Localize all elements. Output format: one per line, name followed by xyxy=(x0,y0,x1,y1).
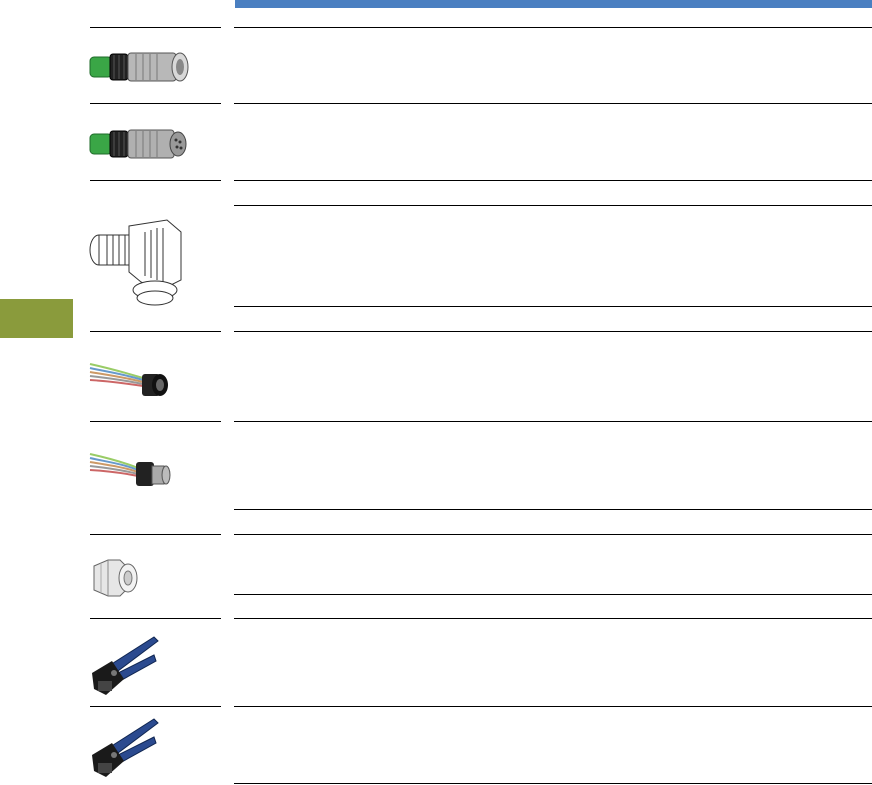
row-divider xyxy=(234,706,872,707)
prewired-male-socket-image xyxy=(88,448,173,496)
straight-male-connector-image xyxy=(88,122,198,167)
row-divider xyxy=(90,331,221,332)
row-divider xyxy=(234,783,872,784)
row-divider xyxy=(234,205,872,206)
row-divider xyxy=(90,27,221,28)
row-divider xyxy=(234,180,872,181)
row-divider xyxy=(234,331,872,332)
row-divider xyxy=(90,618,221,619)
row-divider xyxy=(90,534,221,535)
row-divider xyxy=(90,421,221,422)
table-header-bar xyxy=(235,0,872,8)
right-angle-connector-image xyxy=(85,210,195,310)
cable-gland-image xyxy=(90,556,140,601)
row-divider xyxy=(234,103,872,104)
straight-female-connector-image xyxy=(88,45,198,90)
row-divider xyxy=(234,27,872,28)
row-divider xyxy=(90,706,221,707)
section-tab xyxy=(0,299,73,338)
row-divider xyxy=(234,421,872,422)
row-divider xyxy=(234,594,872,595)
crimping-tool-image xyxy=(88,715,163,785)
row-divider xyxy=(90,180,221,181)
crimping-tool-image xyxy=(88,633,163,703)
row-divider xyxy=(234,306,872,307)
row-divider xyxy=(234,618,872,619)
row-divider xyxy=(90,103,221,104)
row-divider xyxy=(234,534,872,535)
prewired-female-socket-image xyxy=(88,358,173,403)
row-divider xyxy=(234,509,872,510)
